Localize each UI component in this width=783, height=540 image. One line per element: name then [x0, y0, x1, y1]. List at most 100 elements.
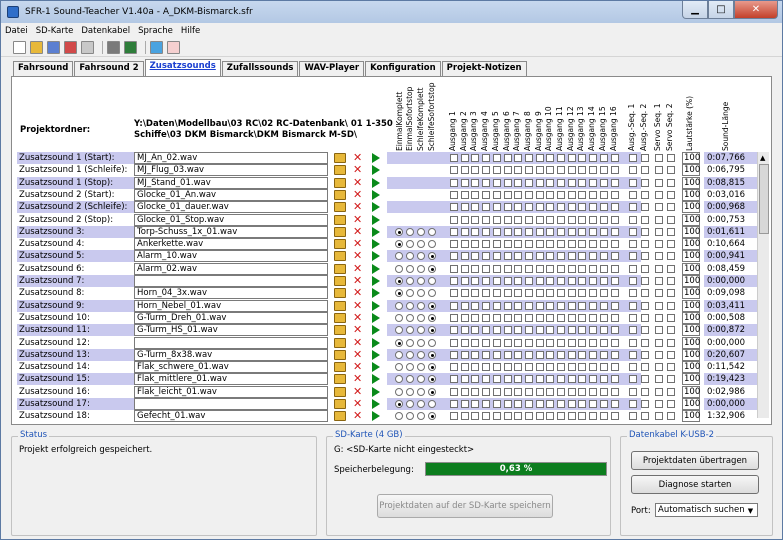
mode-radio-4[interactable]	[428, 338, 436, 347]
sequence-checkbox-1[interactable]	[629, 350, 637, 359]
sequence-checkbox-4[interactable]	[667, 166, 675, 175]
menu-sprache[interactable]: Sprache	[138, 26, 173, 36]
output-checkbox-5[interactable]	[492, 326, 501, 335]
output-checkbox-1[interactable]	[450, 166, 458, 175]
sequence-checkbox-3[interactable]	[655, 350, 663, 359]
mode-radio-4[interactable]	[428, 350, 436, 359]
sound-file-field[interactable]: Torp-Schuss_1x_01.wav	[134, 225, 328, 238]
output-checkbox-1[interactable]	[450, 215, 458, 224]
output-checkbox-3[interactable]	[471, 154, 480, 162]
output-checkbox-6[interactable]	[503, 166, 512, 175]
output-checkbox-9[interactable]	[535, 178, 544, 187]
output-checkbox-5[interactable]	[492, 252, 501, 261]
output-checkbox-8[interactable]	[524, 375, 533, 384]
mode-radio-4[interactable]	[428, 400, 436, 408]
sequence-checkbox-3[interactable]	[655, 203, 663, 212]
output-checkbox-5[interactable]	[492, 203, 501, 212]
output-checkbox-6[interactable]	[503, 326, 512, 335]
open-folder-icon[interactable]	[334, 153, 346, 163]
sequence-checkbox-1[interactable]	[629, 326, 637, 335]
sequence-checkbox-1[interactable]	[629, 400, 637, 408]
delete-icon[interactable]: ✕	[353, 200, 362, 213]
open-folder-icon[interactable]	[334, 349, 346, 360]
output-checkbox-4[interactable]	[482, 178, 491, 187]
output-checkbox-12[interactable]	[567, 264, 576, 273]
output-checkbox-3[interactable]	[471, 387, 480, 396]
output-checkbox-12[interactable]	[567, 387, 576, 396]
output-checkbox-1[interactable]	[450, 190, 458, 199]
output-checkbox-2[interactable]	[460, 154, 469, 162]
sequence-checkbox-3[interactable]	[655, 215, 663, 224]
output-checkbox-16[interactable]	[610, 350, 619, 359]
sequence-checkbox-4[interactable]	[667, 375, 675, 384]
sequence-checkbox-4[interactable]	[667, 338, 675, 347]
play-icon[interactable]	[372, 411, 380, 422]
output-checkbox-16[interactable]	[610, 227, 619, 236]
output-checkbox-9[interactable]	[535, 301, 544, 310]
sequence-checkbox-2[interactable]	[641, 203, 649, 212]
output-checkbox-2[interactable]	[460, 313, 469, 322]
mode-radio-4[interactable]	[428, 313, 436, 322]
output-checkbox-16[interactable]	[610, 240, 619, 249]
calculator-icon[interactable]	[107, 41, 120, 54]
output-checkbox-11[interactable]	[557, 326, 565, 335]
delete-icon[interactable]: ✕	[353, 360, 362, 373]
sound-file-field[interactable]	[134, 275, 328, 287]
sequence-checkbox-1[interactable]	[629, 154, 637, 162]
delete-icon[interactable]: ✕	[353, 385, 362, 398]
output-checkbox-7[interactable]	[514, 387, 523, 396]
sequence-checkbox-2[interactable]	[641, 301, 649, 310]
volume-field[interactable]: 100	[682, 225, 700, 238]
output-checkbox-3[interactable]	[471, 203, 480, 212]
output-checkbox-11[interactable]	[557, 338, 565, 347]
play-icon[interactable]	[372, 325, 380, 336]
output-checkbox-4[interactable]	[482, 166, 491, 175]
output-checkbox-16[interactable]	[610, 375, 619, 384]
close-button[interactable]: ✕	[734, 1, 778, 19]
output-checkbox-5[interactable]	[492, 289, 501, 298]
mode-radio-2[interactable]	[406, 338, 414, 347]
open-folder-icon[interactable]	[334, 312, 346, 323]
output-checkbox-11[interactable]	[557, 178, 565, 187]
sequence-checkbox-4[interactable]	[667, 277, 675, 285]
sequence-checkbox-1[interactable]	[629, 215, 637, 224]
menu-datenkabel[interactable]: Datenkabel	[81, 26, 130, 36]
output-checkbox-12[interactable]	[567, 412, 576, 421]
output-checkbox-14[interactable]	[589, 400, 598, 408]
output-checkbox-7[interactable]	[514, 350, 523, 359]
volume-field[interactable]: 100	[682, 348, 700, 361]
port-select[interactable]: Automatisch suchen ▼	[655, 503, 758, 517]
output-checkbox-3[interactable]	[471, 264, 480, 273]
output-checkbox-15[interactable]	[599, 412, 608, 421]
sequence-checkbox-1[interactable]	[629, 363, 637, 372]
volume-field[interactable]: 100	[682, 201, 700, 214]
mode-radio-2[interactable]	[406, 227, 414, 236]
sequence-checkbox-1[interactable]	[629, 301, 637, 310]
output-checkbox-15[interactable]	[599, 400, 608, 408]
open-folder-icon[interactable]	[334, 288, 346, 299]
output-checkbox-10[interactable]	[546, 240, 555, 249]
output-checkbox-5[interactable]	[492, 264, 501, 273]
output-checkbox-10[interactable]	[546, 313, 555, 322]
sound-file-field[interactable]: Glocke_01_Stop.wav	[134, 213, 328, 226]
output-checkbox-4[interactable]	[482, 326, 491, 335]
output-checkbox-4[interactable]	[482, 252, 491, 261]
output-checkbox-9[interactable]	[535, 412, 544, 421]
mode-radio-4[interactable]	[428, 264, 436, 273]
volume-field[interactable]: 100	[682, 238, 700, 251]
output-checkbox-12[interactable]	[567, 178, 576, 187]
output-checkbox-10[interactable]	[546, 375, 555, 384]
output-checkbox-3[interactable]	[471, 400, 480, 408]
sound-file-field[interactable]: Flak_mittlere_01.wav	[134, 373, 328, 386]
output-checkbox-13[interactable]	[578, 412, 587, 421]
output-checkbox-13[interactable]	[578, 301, 587, 310]
output-checkbox-13[interactable]	[578, 363, 587, 372]
open-folder-icon[interactable]	[334, 189, 346, 200]
output-checkbox-3[interactable]	[471, 277, 480, 285]
output-checkbox-10[interactable]	[546, 264, 555, 273]
output-checkbox-11[interactable]	[557, 227, 565, 236]
output-checkbox-1[interactable]	[450, 363, 458, 372]
sequence-checkbox-1[interactable]	[629, 252, 637, 261]
sound-file-field[interactable]	[134, 336, 328, 349]
output-checkbox-2[interactable]	[460, 190, 469, 199]
